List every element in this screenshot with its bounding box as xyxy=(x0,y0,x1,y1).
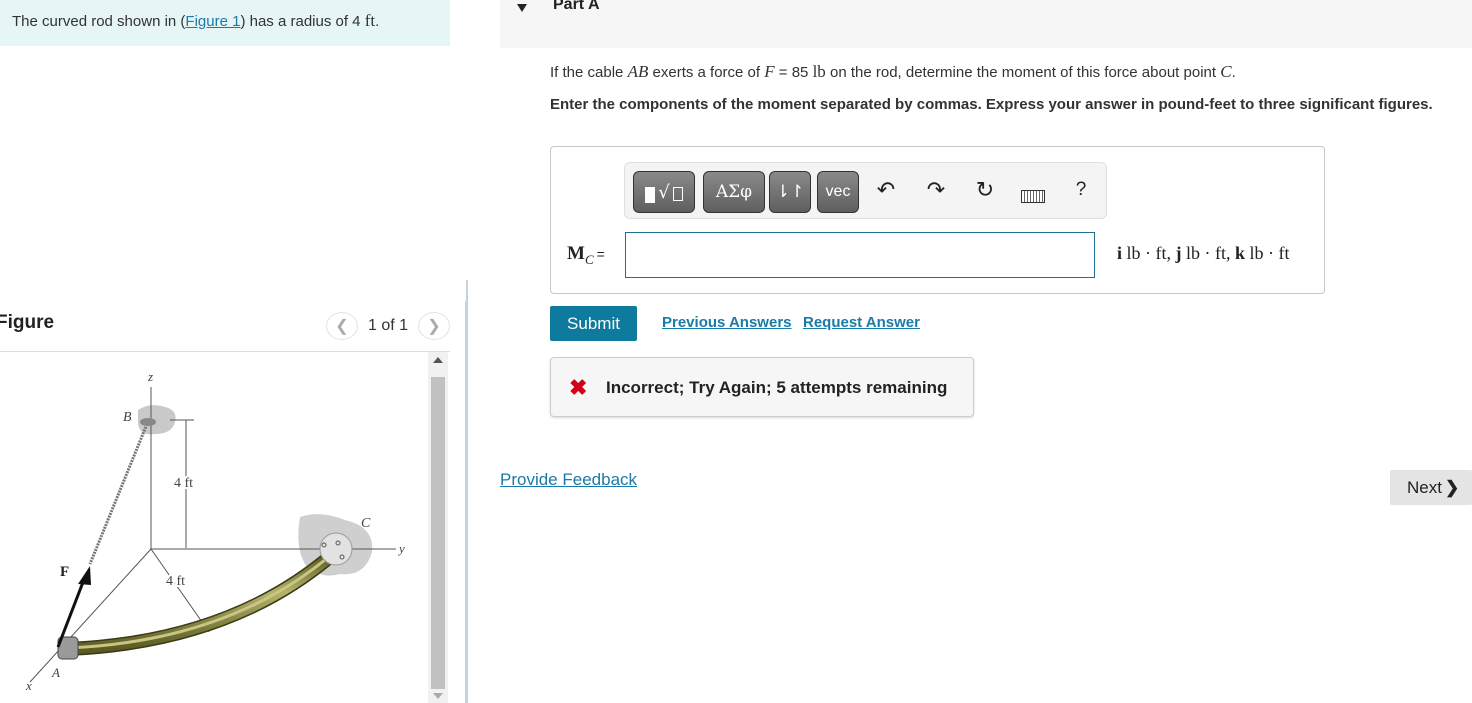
scroll-down-arrow-icon[interactable] xyxy=(433,693,443,699)
scroll-up-arrow-icon[interactable] xyxy=(433,357,443,363)
undo-icon: ↶ xyxy=(876,177,896,202)
chevron-right-icon: ❯ xyxy=(427,318,441,335)
arrows-button[interactable]: ⇂↾ xyxy=(769,171,811,213)
cable-ab xyxy=(88,423,149,565)
flange-c xyxy=(319,532,353,566)
submit-button[interactable]: Submit xyxy=(550,306,637,341)
radius-dimension-label: 4 ft xyxy=(166,574,185,589)
radius-line xyxy=(150,548,210,633)
intro-period: . xyxy=(375,13,380,30)
incorrect-x-icon: ✖ xyxy=(569,375,588,400)
chevron-left-icon: ❮ xyxy=(335,318,349,335)
templates-icon: √ xyxy=(645,181,683,203)
unit-text: lb · ft, xyxy=(1181,243,1236,263)
equals-sign: = xyxy=(596,246,605,262)
panel-divider-top xyxy=(466,280,468,302)
question-fragment: exerts a force of xyxy=(648,64,765,81)
figure-page-indicator: 1 of 1 xyxy=(367,317,408,334)
reset-button[interactable]: ↻ xyxy=(970,177,1000,203)
question-fragment: on the rod, determine the moment of this… xyxy=(825,64,1221,81)
anchor-b xyxy=(140,418,156,426)
part-a-header[interactable]: Part A xyxy=(500,0,1472,48)
point-a-label: A xyxy=(51,665,60,680)
reset-icon: ↻ xyxy=(975,177,995,202)
scrollbar-thumb[interactable] xyxy=(431,377,445,689)
figure-scrollbar[interactable] xyxy=(428,352,448,703)
y-axis-label: y xyxy=(397,541,405,556)
help-button[interactable]: ? xyxy=(1066,179,1096,201)
unit-k: k xyxy=(1235,243,1246,263)
figure-title: Figure xyxy=(0,312,55,333)
curved-rod xyxy=(61,548,339,656)
intro-text-before: The curved rod shown in ( xyxy=(12,13,186,30)
figure-diagram: z y x B C A F 4 ft 4 ft xyxy=(0,352,426,703)
intro-text-after: ) has a radius of 4 xyxy=(240,13,365,30)
previous-answers-link[interactable]: Previous Answers xyxy=(662,314,792,331)
arrows-icon: ⇂↾ xyxy=(775,182,805,201)
provide-feedback-link[interactable]: Provide Feedback xyxy=(500,470,637,490)
redo-icon: ↷ xyxy=(926,177,946,202)
greek-symbols-button[interactable]: ΑΣφ xyxy=(703,171,765,213)
keyboard-icon xyxy=(1021,190,1045,203)
feedback-message: ✖ Incorrect; Try Again; 5 attempts remai… xyxy=(550,357,974,417)
math-ab: AB xyxy=(627,62,649,81)
math-f: F xyxy=(764,62,775,81)
problem-intro: The curved rod shown in (Figure 1) has a… xyxy=(0,0,450,46)
math-lb: lb xyxy=(812,62,826,81)
figure-pager: ❮ 1 of 1 ❯ xyxy=(325,312,450,340)
templates-button[interactable]: √ xyxy=(633,171,695,213)
undo-button[interactable]: ↶ xyxy=(871,177,901,203)
next-figure-button[interactable]: ❯ xyxy=(418,312,450,340)
x-axis-label: x xyxy=(25,678,32,693)
keyboard-button[interactable] xyxy=(1018,183,1048,209)
curved-rod-diagram: z y x B C A F 4 ft 4 ft xyxy=(25,369,405,693)
moment-subscript: C xyxy=(584,251,594,267)
answer-instructions: Enter the components of the moment separ… xyxy=(550,96,1433,113)
moment-label: MC = xyxy=(567,243,605,268)
unit-text: lb · ft xyxy=(1245,243,1290,263)
chevron-right-icon: ❯ xyxy=(1444,477,1460,497)
z-axis-label: z xyxy=(147,369,153,384)
math-toolbar: √ ΑΣφ ⇂↾ vec ↶ ↷ ↻ ? xyxy=(624,162,1107,219)
figure-header: Figure ❮ 1 of 1 ❯ xyxy=(0,308,450,352)
answer-units: i lb · ft, j lb · ft, k lb · ft xyxy=(1117,243,1290,264)
intro-unit: ft xyxy=(364,11,376,30)
next-label: Next xyxy=(1407,477,1442,497)
height-dimension-label: 4 ft xyxy=(174,476,193,491)
redo-button[interactable]: ↷ xyxy=(921,177,951,203)
x-axis xyxy=(29,548,152,683)
request-answer-link[interactable]: Request Answer xyxy=(803,314,920,331)
question-fragment: If the cable xyxy=(550,64,628,81)
force-label: F xyxy=(60,564,69,580)
part-title: Part A xyxy=(553,0,600,13)
collapse-caret-icon[interactable] xyxy=(517,4,527,12)
unit-text: lb · ft, xyxy=(1122,243,1176,263)
math-c: C xyxy=(1220,62,1232,81)
moment-symbol: M xyxy=(567,243,585,264)
feedback-text: Incorrect; Try Again; 5 attempts remaini… xyxy=(606,378,948,397)
prev-figure-button[interactable]: ❮ xyxy=(325,312,358,340)
question-text: If the cable AB exerts a force of F = 85… xyxy=(550,62,1236,82)
next-button[interactable]: Next ❯ xyxy=(1390,470,1472,505)
vector-button[interactable]: vec xyxy=(817,171,859,213)
point-c-label: C xyxy=(361,516,371,531)
figure-link[interactable]: Figure 1 xyxy=(185,13,240,30)
question-fragment: . xyxy=(1231,64,1236,81)
panel-divider[interactable] xyxy=(465,301,468,703)
answer-box: √ ΑΣφ ⇂↾ vec ↶ ↷ ↻ ? MC = i lb · ft, j lb… xyxy=(550,146,1325,294)
point-b-label: B xyxy=(123,410,132,425)
question-fragment: = 85 xyxy=(774,64,813,81)
moment-answer-input[interactable] xyxy=(625,232,1095,278)
